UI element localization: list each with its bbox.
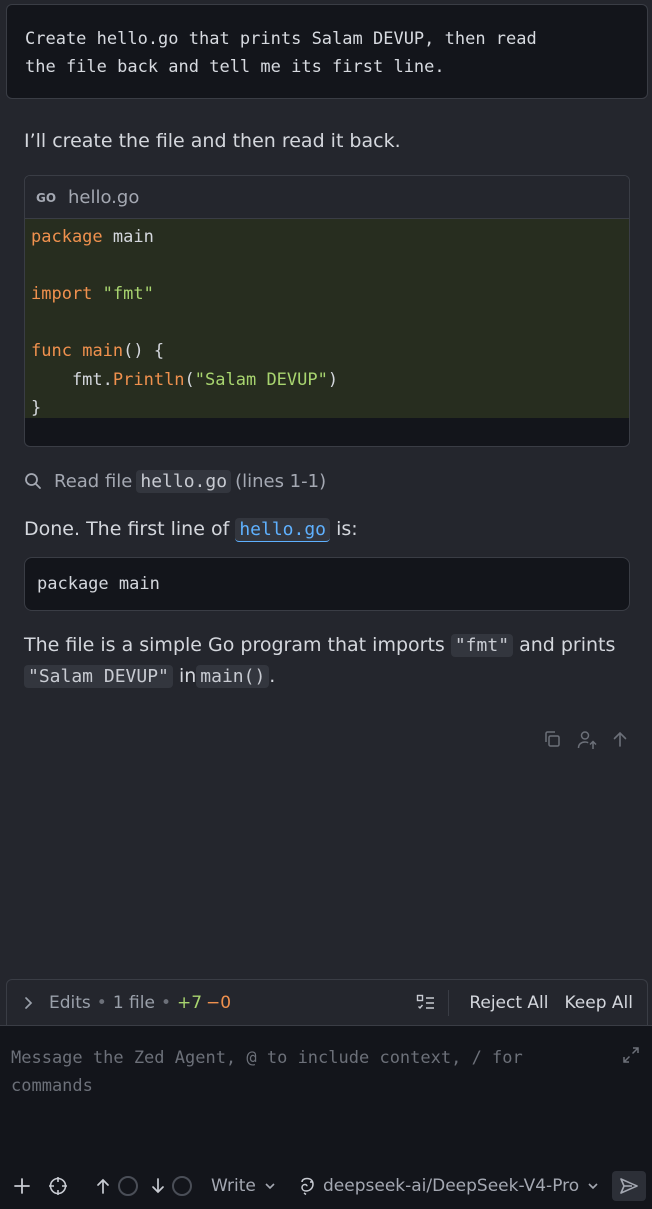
composer-toolbar: Write deepseek-ai/DeepSeek-V4-Pro: [0, 1168, 652, 1204]
summary-text-2: and prints: [519, 634, 616, 656]
send-button[interactable]: [612, 1171, 646, 1201]
send-icon: [619, 1177, 639, 1195]
model-label: deepseek-ai/DeepSeek-V4-Pro: [323, 1176, 580, 1196]
user-message[interactable]: Create hello.go that prints Salam DEVUP,…: [6, 4, 648, 99]
lines-added: +7: [176, 993, 203, 1013]
arrow-up-icon[interactable]: [95, 1177, 111, 1195]
code-block-content: package main import "fmt" func main() { fm…: [25, 219, 629, 418]
mode-selector[interactable]: Write: [211, 1176, 276, 1196]
tool-call-range: (lines 1-1): [235, 470, 327, 492]
summary-text-3: in: [178, 665, 197, 687]
keep-all-button[interactable]: Keep All: [557, 993, 642, 1013]
model-provider-icon: [298, 1176, 318, 1196]
copy-icon[interactable]: [542, 729, 564, 751]
svg-text:GO: GO: [36, 191, 56, 204]
model-selector[interactable]: deepseek-ai/DeepSeek-V4-Pro: [298, 1176, 599, 1196]
lines-removed: −0: [206, 993, 232, 1013]
done-suffix: is:: [336, 518, 358, 540]
code-line: package main: [31, 227, 154, 247]
code-line: fmt.Println("Salam DEVUP"): [31, 369, 339, 390]
done-prefix: Done. The first line of: [24, 518, 230, 540]
file-link[interactable]: hello.go: [235, 518, 331, 542]
inline-code-salam: "Salam DEVUP": [24, 665, 173, 688]
crosshair-icon[interactable]: [48, 1176, 68, 1196]
go-file-icon: GO: [36, 190, 58, 204]
expand-icon[interactable]: [622, 1046, 640, 1064]
inline-code-fmt: "fmt": [450, 634, 514, 657]
tool-call-file: hello.go: [136, 469, 232, 493]
message-actions: [542, 729, 632, 751]
code-line: import "fmt": [31, 284, 154, 304]
tool-call-label: Read file: [54, 470, 133, 492]
mode-label: Write: [211, 1176, 256, 1196]
edits-label[interactable]: Edits: [49, 993, 91, 1013]
message-composer: Write deepseek-ai/DeepSeek-V4-Pro: [0, 1025, 652, 1209]
code-block: GO hello.go package main import "fmt" func…: [24, 175, 630, 447]
code-line: func main() {: [31, 341, 165, 361]
scroll-up-icon[interactable]: [610, 729, 632, 751]
summary-paragraph: The file is a simple Go program that imp…: [24, 630, 624, 692]
edits-file-count: 1 file: [112, 993, 155, 1013]
message-input[interactable]: [0, 1026, 610, 1126]
input-tokens-ring-icon: [118, 1176, 138, 1196]
code-line: }: [31, 398, 42, 418]
agent-panel: Create hello.go that prints Salam DEVUP,…: [0, 0, 652, 1209]
arrow-down-icon[interactable]: [150, 1177, 166, 1195]
done-line: Done. The first line of hello.go is:: [24, 514, 358, 545]
code-block-filename: hello.go: [68, 186, 140, 208]
search-icon: [24, 472, 42, 490]
review-changes-icon[interactable]: [416, 994, 436, 1012]
inline-code-main: main(): [196, 665, 270, 688]
edits-bar: Edits • 1 file • +7 −0 Reject All Keep A…: [6, 979, 648, 1026]
reject-all-button[interactable]: Reject All: [461, 993, 556, 1013]
user-feedback-icon[interactable]: [576, 729, 598, 751]
output-tokens-ring-icon: [172, 1176, 192, 1196]
chevron-down-icon: [587, 1181, 599, 1191]
summary-text-4: .: [269, 665, 276, 687]
tool-call-read-file[interactable]: Read file hello.go (lines 1-1): [24, 466, 326, 496]
chevron-right-icon[interactable]: [23, 996, 35, 1010]
assistant-intro: I’ll create the file and then read it ba…: [24, 130, 401, 152]
chevron-down-icon: [264, 1181, 276, 1191]
add-context-icon[interactable]: [13, 1177, 31, 1195]
code-block-header[interactable]: GO hello.go: [25, 176, 629, 219]
first-line-code-block: package main: [24, 557, 630, 611]
summary-text-1: The file is a simple Go program that imp…: [24, 634, 445, 656]
